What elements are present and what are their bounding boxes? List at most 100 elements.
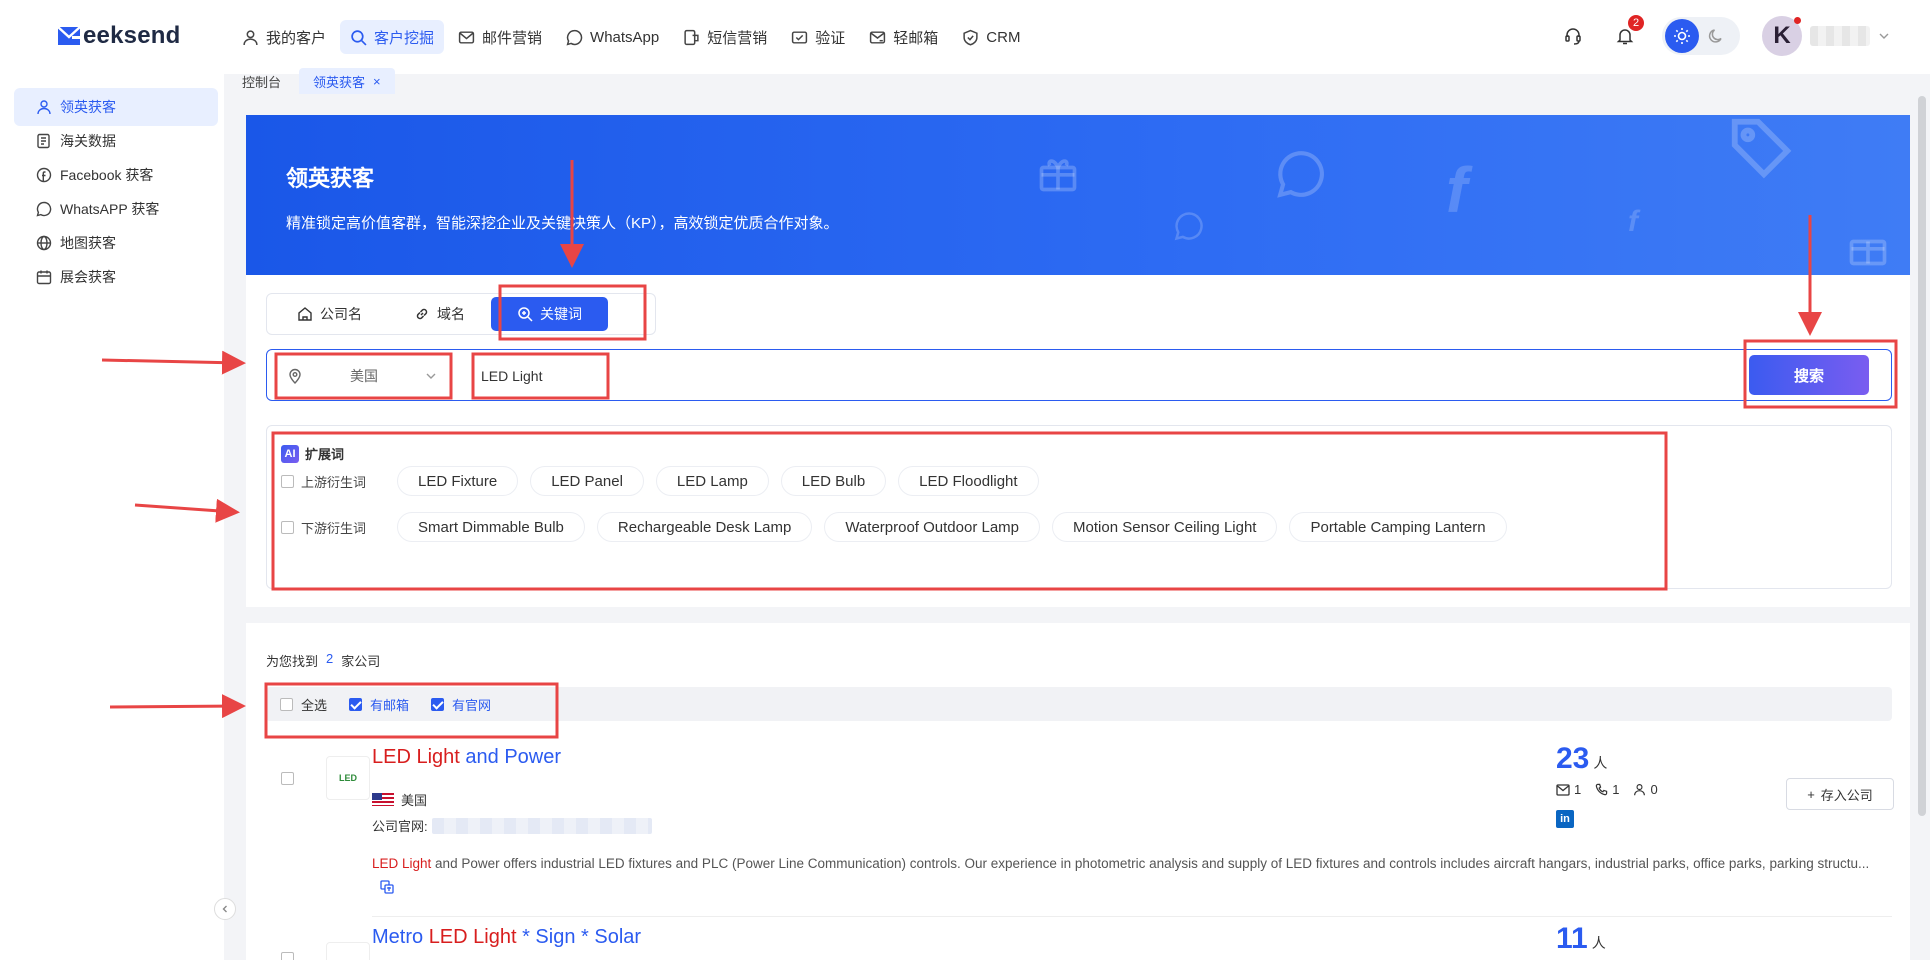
keyword-chip[interactable]: Smart Dimmable Bulb <box>397 512 585 542</box>
headset-icon <box>1565 28 1581 45</box>
keyword-chip[interactable]: LED Fixture <box>397 466 519 496</box>
mode-tab-domain[interactable]: 域名 <box>388 297 491 331</box>
sidebar-item-label: WhatsAPP 获客 <box>60 201 160 217</box>
linkedin-icon[interactable]: in <box>1556 810 1574 828</box>
whatsapp-small-decoration-icon <box>1174 212 1203 241</box>
company-name-rest: * Sign * Solar <box>516 926 642 948</box>
filter-label: 全选 <box>301 697 328 713</box>
nav-light-mailbox[interactable]: 轻邮箱 <box>859 20 948 54</box>
moon-icon[interactable] <box>1707 27 1725 45</box>
keyword-chip[interactable]: Portable Camping Lantern <box>1289 512 1507 542</box>
nav-my-customers[interactable]: 我的客户 <box>232 20 336 54</box>
save-company-button[interactable]: + 存入公司 <box>1786 778 1894 810</box>
mode-tab-company-name[interactable]: 公司名 <box>271 297 388 331</box>
translate-icon[interactable] <box>380 880 394 894</box>
nav-sms-marketing[interactable]: 短信营销 <box>673 20 777 54</box>
filter-label: 有邮箱 <box>370 697 410 713</box>
keyword-chip[interactable]: Rechargeable Desk Lamp <box>596 512 813 542</box>
keyword-chip[interactable]: LED Floodlight <box>898 466 1039 496</box>
found-suffix: 家公司 <box>341 654 381 669</box>
search-icon <box>351 29 367 46</box>
people-count: 11 人 <box>1556 922 1606 956</box>
sidebar-item-whatsapp[interactable]: WhatsAPP 获客 <box>14 190 218 228</box>
user-icon <box>1634 784 1646 796</box>
whatsapp-icon <box>566 29 583 45</box>
nav-customer-mining[interactable]: 客户挖掘 <box>340 20 445 54</box>
upstream-checkbox[interactable]: 上游衍生词 <box>281 472 397 491</box>
avatar[interactable]: K <box>1762 16 1802 56</box>
nav-crm[interactable]: CRM <box>952 20 1030 54</box>
page-scrollbar[interactable] <box>1918 96 1926 816</box>
chevron-left-icon <box>222 905 227 913</box>
user-menu[interactable]: K <box>1762 16 1890 56</box>
company-name-link[interactable]: LED Light and Power <box>372 746 561 769</box>
ai-expansion-title: AI 扩展词 <box>281 444 344 463</box>
page-subtitle: 精准锁定高价值客群，智能深挖企业及关键决策人（KP），高效锁定优质合作对象。 <box>286 215 839 232</box>
country-select[interactable]: 美国 <box>277 358 447 394</box>
tab-console[interactable]: 控制台 <box>228 68 295 94</box>
keyword-chip[interactable]: LED Bulb <box>780 466 887 496</box>
found-count: 2 <box>326 651 334 666</box>
mode-label: 关键词 <box>540 306 582 322</box>
online-dot <box>1794 17 1801 24</box>
keyword-chip[interactable]: LED Panel <box>530 466 644 496</box>
expansion-title-text: 扩展词 <box>305 447 345 462</box>
keyword-input[interactable] <box>481 362 881 390</box>
close-icon[interactable]: × <box>373 74 381 89</box>
sidebar-item-label: 地图获客 <box>60 235 116 251</box>
checkbox[interactable] <box>349 697 363 711</box>
company-name-link[interactable]: Metro LED Light * Sign * Solar <box>372 926 641 949</box>
sidebar-item-label: 领英获客 <box>60 99 116 115</box>
sidebar-item-facebook[interactable]: Facebook 获客 <box>14 156 218 194</box>
mode-tab-keyword[interactable]: 关键词 <box>491 297 608 331</box>
search-card: 公司名 域名 关键词 美国 搜索 AI 扩展词 <box>246 275 1910 607</box>
sidebar-item-label: 展会获客 <box>60 269 116 285</box>
has-website-filter[interactable]: 有官网 <box>431 695 491 714</box>
row-checkbox[interactable] <box>281 952 294 960</box>
sidebar-item-label: 海关数据 <box>60 133 116 149</box>
ai-expansion-panel: AI 扩展词 上游衍生词 LED Fixture LED Panel LED L… <box>266 425 1892 589</box>
people-count: 23 人 <box>1556 742 1607 776</box>
nav-email-marketing[interactable]: 邮件营销 <box>448 20 552 54</box>
tab-linkedin-leads[interactable]: 领英获客 × <box>299 68 395 94</box>
keyword-chip[interactable]: Motion Sensor Ceiling Light <box>1052 512 1278 542</box>
has-email-filter[interactable]: 有邮箱 <box>349 695 409 714</box>
checkbox[interactable] <box>280 697 293 711</box>
nav-label: CRM <box>986 28 1021 46</box>
downstream-checkbox[interactable]: 下游衍生词 <box>281 518 397 537</box>
nav-label: WhatsApp <box>590 28 660 46</box>
nav-verify[interactable]: 验证 <box>781 20 855 54</box>
website-url-blurred[interactable] <box>431 817 652 834</box>
company-logo <box>326 942 370 960</box>
verify-icon <box>792 30 808 44</box>
results-count: 为您找到 2 家公司 <box>266 651 380 670</box>
email-count-value: 1 <box>1574 782 1582 797</box>
row-checkbox[interactable] <box>281 772 294 785</box>
people-unit: 人 <box>1593 755 1608 771</box>
sidebar-item-expo[interactable]: 展会获客 <box>14 258 218 296</box>
keyword-chip[interactable]: Waterproof Outdoor Lamp <box>824 512 1041 542</box>
theme-toggle[interactable] <box>1662 17 1740 55</box>
keyword-chip[interactable]: LED Lamp <box>655 466 769 496</box>
notifications-button[interactable]: 2 <box>1610 15 1644 51</box>
contact-count: 0 <box>1633 782 1658 797</box>
checkbox[interactable] <box>281 474 294 488</box>
main-content: 领英获客 精准锁定高价值客群，智能深挖企业及关键决策人（KP），高效锁定优质合作… <box>236 98 1924 960</box>
logo-mark-icon <box>57 26 81 45</box>
sidebar-item-map[interactable]: 地图获客 <box>14 224 218 262</box>
app-logo[interactable]: eeksend <box>56 22 180 50</box>
select-all-checkbox[interactable]: 全选 <box>280 695 327 714</box>
nav-whatsapp[interactable]: WhatsApp <box>556 20 669 54</box>
sun-icon[interactable] <box>1665 19 1699 53</box>
mail-icon <box>458 30 475 44</box>
downstream-keywords-row: 下游衍生词 Smart Dimmable Bulb Rechargeable D… <box>281 512 1519 542</box>
support-button[interactable] <box>1558 21 1588 51</box>
sidebar-collapse-button[interactable] <box>214 898 236 920</box>
sidebar-item-customs[interactable]: 海关数据 <box>14 122 218 160</box>
sidebar-item-linkedin[interactable]: 领英获客 <box>14 88 218 126</box>
search-button[interactable]: 搜索 <box>1749 355 1869 395</box>
company-logo-text: LED <box>339 773 357 783</box>
checkbox[interactable] <box>281 520 294 534</box>
checkbox[interactable] <box>431 697 445 711</box>
customs-icon <box>37 133 50 149</box>
